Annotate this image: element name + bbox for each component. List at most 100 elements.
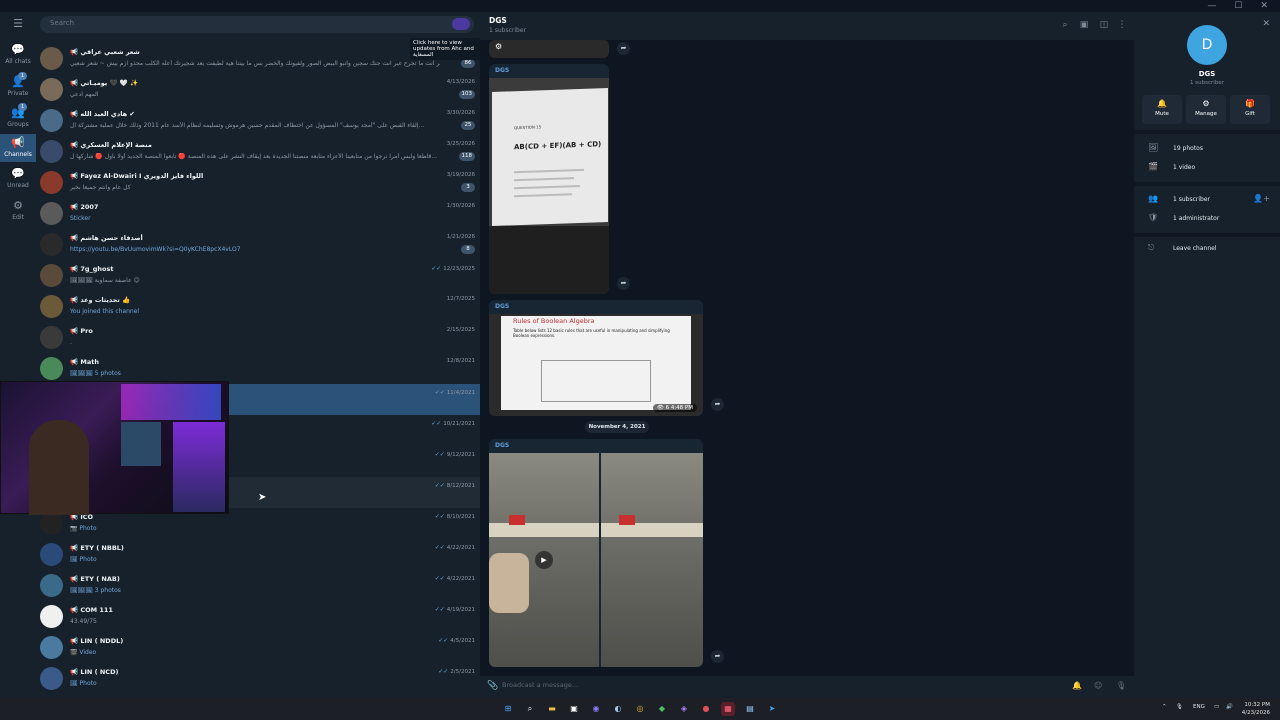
telegram-icon[interactable]: ➤ [765,702,779,716]
photo-message-partial[interactable]: ⚙ [489,40,609,58]
video-icon: 🎬 [1148,162,1158,171]
shield-icon: 🛡 [1148,213,1159,222]
search-icon[interactable]: ⌕ [523,702,537,716]
chat-list-item[interactable]: 📢 Pro. 2/15/2025 [36,322,480,353]
chat-date: ✓✓ 4/19/2021 [435,606,475,613]
leave-channel-button[interactable]: ⎋ Leave channel [1134,240,1280,258]
add-user-icon[interactable]: 👤+ [1253,194,1270,203]
search-input[interactable]: Search [40,16,474,33]
folder-channels[interactable]: 📢 Channels [0,134,36,162]
search-icon[interactable]: ⌕ [1059,20,1071,30]
chat-list-item[interactable]: 📢 LIN ( NCD) 🖼 Photo ✓✓ 2/5/2021 [36,663,480,694]
chrome-icon[interactable]: ◎ [633,702,647,716]
chat-list-item[interactable]: 📢 منصة الإعلام العسكري قاطعا ولبس أمراً ن… [36,136,480,167]
folder-groups[interactable]: 👥 1 Groups [0,103,36,128]
chat-date-text: 4/13/2026 [446,79,475,85]
system-clock[interactable]: 10:32 PM 4/23/2026 [1242,701,1270,717]
chat-list-item[interactable]: 📢 تحديثات وعد 👍 You joined this channel 12… [36,291,480,322]
app-icon[interactable]: ◈ [677,702,691,716]
message-photo[interactable]: QUESTION 15 AB(CD + EF)(AB + CD) [489,78,609,294]
unread-badge: 3 [461,183,475,192]
administrators-row[interactable]: 🛡 1 administrator [1134,210,1280,228]
stories-icon[interactable] [452,18,470,30]
minimize-button[interactable]: — [1207,0,1216,14]
folder-private[interactable]: 👤 1 Private [0,72,36,97]
message-photo[interactable]: Rules of Boolean Algebra Table below lis… [489,314,703,416]
album-message[interactable]: DGS ▶ [489,439,703,667]
more-icon[interactable]: ⋮ [1116,20,1128,30]
volume-icon[interactable]: 🔊 [1226,704,1233,710]
chat-list-item[interactable]: 📢 LIN ( NDDL) 🎬 Video ✓✓ 4/5/2021 [36,632,480,663]
photo-icon: 🖼 [1148,143,1159,152]
chat-list-item[interactable]: 📢 ETY ( NAB) 🖼🖼🖼 3 photos ✓✓ 4/22/2021 [36,570,480,601]
read-check-icon: ✓✓ [434,513,445,520]
discussion-icon[interactable]: ▣ [1078,20,1090,30]
gift-button[interactable]: 🎁 Gift [1230,95,1270,124]
chat-header[interactable]: DGS 1 subscriber ⌕ ▣ ◫ ⋮ [480,12,1134,40]
mouse-cursor: ➤ [258,492,267,503]
sidebar-toggle-icon[interactable]: ◫ [1098,20,1110,30]
app-icon[interactable]: ● [699,702,713,716]
forward-icon[interactable]: ➦ [711,398,724,411]
album-photo[interactable] [601,453,703,667]
file-explorer-icon[interactable]: ▬ [545,702,559,716]
emoji-icon[interactable]: ☺ [1094,681,1102,690]
photo-text: Rules of Boolean Algebra [513,317,595,325]
app-icon[interactable]: ▤ [743,702,757,716]
chat-date-text: 2/15/2025 [446,327,475,333]
bell-icon[interactable]: 🔔 [1072,681,1082,690]
chat-list-item[interactable]: 📢 7g_ghost 🖼🖼🖼 عاصفة سماوية 😊 ✓✓ 12/23/2025 [36,260,480,291]
discord-icon[interactable]: ◉ [589,702,603,716]
videos-row[interactable]: 🎬 1 video [1134,159,1280,177]
button-label: Gift [1245,111,1255,117]
subscribers-row[interactable]: 👥 1 subscriber 👤+ [1134,191,1280,209]
steam-icon[interactable]: ◐ [611,702,625,716]
forward-icon[interactable]: ➦ [711,650,724,663]
chat-list-item[interactable]: 📢 ETY ( NBBL) 🖼 Photo ✓✓ 4/22/2021 [36,539,480,570]
folder-all-chats[interactable]: 💬 All chats [0,44,36,66]
menu-button[interactable]: ☰ [0,18,36,32]
chat-list-item[interactable]: 📢 Fayez Al-Dwairi I اللواء فايز الدويري ك… [36,167,480,198]
chat-list-item[interactable]: 📢 2007 Sticker 1/30/2026 [36,198,480,229]
message-input[interactable]: Broadcast a message... [502,681,1062,689]
button-label: Mute [1155,111,1169,117]
chat-list-item[interactable]: 📢 Math 🖼🖼🖼 5 photos 12/8/2021 [36,353,480,384]
store-icon[interactable]: ▣ [567,702,581,716]
forward-icon[interactable]: ➦ [617,42,630,55]
hamburger-icon: ☰ [13,17,23,30]
folder-unread[interactable]: 💬 Unread [0,168,36,190]
microphone-icon[interactable]: 🎙 [1116,681,1126,690]
attach-icon[interactable]: 📎 [487,681,498,691]
read-check-icon: ✓✓ [434,482,445,489]
chat-title: 📢 هادي العبد الله ✔ [70,110,135,118]
forward-icon[interactable]: ➦ [617,277,630,290]
microphone-icon[interactable]: 🎙 [1176,704,1183,710]
photos-row[interactable]: 🖼 19 photos [1134,140,1280,158]
telegram-window: — ☐ ✕ ☰ 💬 All chats 👤 1 Private 👥 1 Grou… [0,0,1280,720]
maximize-button[interactable]: ☐ [1234,0,1242,14]
unread-badge: 118 [458,152,475,161]
network-icon[interactable]: ▭ [1214,704,1219,710]
chat-list-panel: Search Click here to view updates from A… [36,12,480,698]
mute-button[interactable]: 🔔 Mute [1142,95,1182,124]
close-icon[interactable]: ✕ [1262,19,1270,29]
app-icon[interactable]: ▦ [721,702,735,716]
language-indicator[interactable]: ENG [1193,704,1205,710]
folder-edit[interactable]: ⚙ Edit [0,200,36,222]
tray-chevron-icon[interactable]: ⌃ [1162,704,1167,710]
chat-date-text: 3/19/2026 [446,172,475,178]
chat-list-item[interactable]: 📢 هادي العبد الله ✔ إلقاء القبض على "أمجد… [36,105,480,136]
app-icon[interactable]: ◆ [655,702,669,716]
photo-message[interactable]: DGS QUESTION 15 AB(CD + EF)(AB + CD) [489,64,609,294]
play-icon[interactable]: ▶ [535,551,553,569]
read-check-icon: ✓✓ [431,265,442,272]
manage-button[interactable]: ⚙ Manage [1186,95,1226,124]
chat-preview: 🖼🖼🖼 عاصفة سماوية 😊 [70,277,140,284]
avatar [40,512,63,535]
chat-list-item[interactable]: 📢 يوميـاتي 🖤 🤍 ✨ المهم ادعي 4/13/2026 103 [36,74,480,105]
photo-message[interactable]: DGS Rules of Boolean Algebra Table below… [489,300,703,416]
close-button[interactable]: ✕ [1260,0,1268,14]
chat-list-item[interactable]: 📢 COM 111 43.49/75 ✓✓ 4/19/2021 [36,601,480,632]
chat-list-item[interactable]: 📢 أصدقاء حسن هاشم https://youtu.be/BvUumo… [36,229,480,260]
start-icon[interactable]: ⊞ [501,702,515,716]
